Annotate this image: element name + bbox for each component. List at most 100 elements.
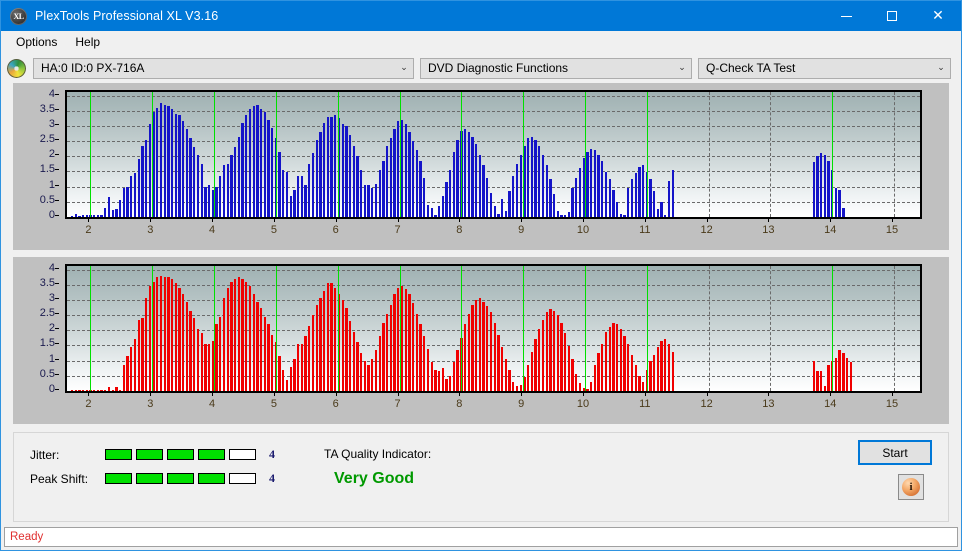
chart-bar xyxy=(345,125,348,217)
chart-bar xyxy=(156,277,159,391)
chart-bar xyxy=(508,369,511,391)
chart-bar xyxy=(363,360,367,391)
close-button[interactable]: ✕ xyxy=(915,1,961,31)
window-controls: ✕ xyxy=(823,1,961,31)
chart-bar xyxy=(85,215,88,217)
chart-bar xyxy=(419,324,422,391)
x-axis-tick xyxy=(830,218,832,222)
chart-bar xyxy=(664,215,667,217)
chart-bar xyxy=(482,301,485,391)
x-axis-label: 13 xyxy=(762,398,775,410)
x-axis-label: 8 xyxy=(456,398,463,410)
chart-bar xyxy=(74,390,77,391)
function-select[interactable]: DVD Diagnostic Functions ⌄ xyxy=(420,57,692,79)
chart-bar xyxy=(133,173,137,217)
chart-bar xyxy=(163,104,166,217)
chart-bar xyxy=(441,368,444,391)
marker-line xyxy=(461,92,463,217)
chart-bar xyxy=(512,176,515,217)
chart-bar xyxy=(263,316,266,391)
chart-bar xyxy=(556,315,559,391)
x-axis-tick xyxy=(706,392,708,396)
chart-bar xyxy=(237,136,240,217)
chart-bar xyxy=(330,283,333,391)
marker-line xyxy=(523,92,525,217)
menu-options[interactable]: Options xyxy=(7,33,66,51)
x-axis-label: 15 xyxy=(885,398,899,410)
chart-bar xyxy=(834,357,838,391)
x-axis-tick xyxy=(830,392,832,396)
chart-bar xyxy=(823,154,826,217)
chart-bar xyxy=(456,350,459,391)
minimize-button[interactable] xyxy=(823,1,869,31)
peak-shift-chart-plot xyxy=(65,264,922,393)
chart-bar xyxy=(486,306,489,391)
x-axis-label: 14 xyxy=(824,224,837,236)
chart-bar xyxy=(130,176,133,217)
chart-bar xyxy=(352,145,355,217)
chart-bar xyxy=(289,366,292,391)
chart-bar xyxy=(319,298,322,391)
chevron-down-icon: ⌄ xyxy=(937,63,945,73)
ta-quality-caption: TA Quality Indicator: xyxy=(324,447,432,461)
chart-bar xyxy=(501,198,504,217)
chart-bar xyxy=(545,165,548,217)
chart-bar xyxy=(148,286,151,391)
chart-bar xyxy=(367,185,370,217)
chart-bar xyxy=(819,371,823,391)
chart-bar xyxy=(297,343,300,391)
chart-bar xyxy=(408,132,411,217)
chart-bar xyxy=(100,390,103,391)
chart-bar xyxy=(411,303,415,391)
chart-bar xyxy=(104,207,107,217)
results-panel: Jitter: 4 Peak Shift: 4 TA Quality Indic… xyxy=(13,432,949,522)
y-axis-label: 1.5 xyxy=(39,337,55,350)
test-select[interactable]: Q-Check TA Test ⌄ xyxy=(698,57,951,79)
chart-bar xyxy=(519,154,522,217)
chart-bar xyxy=(70,216,74,217)
chart-bar xyxy=(593,365,597,391)
chart-bar xyxy=(619,328,622,391)
chevron-down-icon: ⌄ xyxy=(678,63,686,73)
y-axis-tick xyxy=(55,389,59,390)
chart-bar xyxy=(404,124,407,217)
toolbar: HA:0 ID:0 PX-716A ⌄ DVD Diagnostic Funct… xyxy=(1,53,961,83)
start-button[interactable]: Start xyxy=(858,440,932,465)
chart-bar xyxy=(185,301,189,391)
menu-help[interactable]: Help xyxy=(66,33,109,51)
x-axis-label: 8 xyxy=(456,224,463,236)
chart-bar xyxy=(571,188,574,217)
maximize-button[interactable] xyxy=(869,1,915,31)
x-axis-label: 9 xyxy=(518,398,525,410)
ta-quality-block: TA Quality Indicator: Very Good xyxy=(324,447,431,488)
marker-line xyxy=(832,266,834,391)
chart-bar xyxy=(571,359,574,391)
chart-bar xyxy=(315,139,318,217)
jitter-chart-plot xyxy=(65,90,922,219)
chart-bar xyxy=(193,318,196,391)
chart-bar xyxy=(519,384,522,391)
chart-bar xyxy=(649,360,652,391)
chart-bar xyxy=(382,322,385,391)
chevron-down-icon: ⌄ xyxy=(400,63,408,73)
chart-bar xyxy=(660,340,663,391)
x-axis-tick xyxy=(335,392,337,396)
y-axis-label: 3.5 xyxy=(39,276,55,289)
chart-bar xyxy=(300,343,304,391)
chart-bar xyxy=(289,195,292,217)
chart-bar xyxy=(660,201,663,217)
x-axis-label: 6 xyxy=(332,398,339,410)
info-button[interactable]: i xyxy=(898,474,924,500)
chart-bar xyxy=(226,287,229,391)
drive-select[interactable]: HA:0 ID:0 PX-716A ⌄ xyxy=(33,57,414,79)
test-select-value: Q-Check TA Test xyxy=(706,61,796,75)
chart-bar xyxy=(304,185,307,217)
chart-bar xyxy=(612,189,615,217)
chart-bar xyxy=(326,116,329,217)
marker-line xyxy=(152,266,154,391)
chart-bar xyxy=(590,148,593,217)
chart-bar xyxy=(567,212,571,217)
chart-bar xyxy=(122,188,125,217)
chart-bar xyxy=(656,347,660,391)
chart-bar xyxy=(471,304,474,391)
